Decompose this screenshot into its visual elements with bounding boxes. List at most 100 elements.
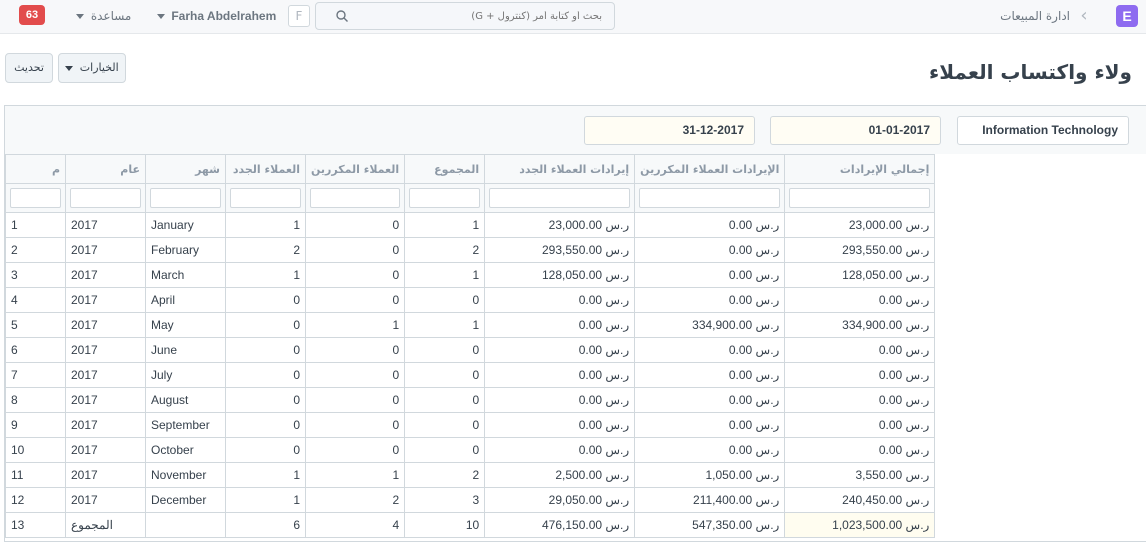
cell-repeat-customers[interactable]: 4	[304, 512, 406, 538]
column-filter-input[interactable]	[230, 188, 301, 208]
table-row[interactable]: 1 2017 January 1 0 1 ر.س 23,000.00 ر.س 0.00 ر.س …	[5, 212, 936, 238]
column-filter-input[interactable]	[310, 188, 401, 208]
help-menu[interactable]: مساعدة	[76, 9, 131, 23]
cell-total-revenue[interactable]: ر.س 0.00	[784, 287, 936, 313]
column-filter-input[interactable]	[789, 188, 931, 208]
company-filter[interactable]: Information Technology	[957, 116, 1129, 145]
cell-month[interactable]: October	[145, 437, 226, 463]
options-button[interactable]: الخيارات	[58, 53, 126, 83]
cell-total-revenue[interactable]: ر.س 3,550.00	[784, 462, 936, 488]
cell-year[interactable]: 2017	[65, 437, 146, 463]
cell-new-revenue[interactable]: ر.س 0.00	[484, 312, 636, 338]
cell-new-revenue[interactable]: ر.س 23,000.00	[484, 212, 636, 238]
cell-repeat-customers[interactable]: 0	[304, 337, 406, 363]
column-filter-input[interactable]	[70, 188, 141, 208]
table-row[interactable]: 10 2017 October 0 0 0 ر.س 0.00 ر.س 0.00 ر.س 0.00	[5, 437, 936, 463]
column-header-total-revenue[interactable]: إجمالي الإيرادات	[784, 154, 936, 184]
cell-month[interactable]: May	[145, 312, 226, 338]
cell-index[interactable]: 5	[5, 312, 66, 338]
cell-new-customers[interactable]: 0	[225, 362, 306, 388]
cell-total-revenue[interactable]: ر.س 23,000.00	[784, 212, 936, 238]
cell-repeat-revenue[interactable]: ر.س 0.00	[634, 362, 786, 388]
column-header-new-revenue[interactable]: إيرادات العملاء الجدد	[484, 154, 636, 184]
cell-total-revenue[interactable]: ر.س 1,023,500.00	[784, 512, 936, 538]
cell-total[interactable]: 3	[404, 487, 486, 513]
cell-total[interactable]: 1	[404, 212, 486, 238]
cell-repeat-customers[interactable]: 2	[304, 487, 406, 513]
column-filter-input[interactable]	[639, 188, 781, 208]
cell-repeat-customers[interactable]: 0	[304, 412, 406, 438]
cell-total-revenue[interactable]: ر.س 0.00	[784, 387, 936, 413]
column-header-month[interactable]: شهر	[145, 154, 226, 184]
table-row[interactable]: 3 2017 March 1 0 1 ر.س 128,050.00 ر.س 0.00 ر.س 1…	[5, 262, 936, 288]
column-header-year[interactable]: عام	[65, 154, 146, 184]
cell-repeat-customers[interactable]: 0	[304, 437, 406, 463]
column-header-new-customers[interactable]: العملاء الجدد	[225, 154, 306, 184]
app-logo[interactable]: E	[1116, 5, 1138, 27]
cell-index[interactable]: 9	[5, 412, 66, 438]
cell-new-customers[interactable]: 0	[225, 312, 306, 338]
cell-year[interactable]: 2017	[65, 212, 146, 238]
cell-index[interactable]: 8	[5, 387, 66, 413]
cell-repeat-revenue[interactable]: ر.س 0.00	[634, 412, 786, 438]
cell-repeat-revenue[interactable]: ر.س 0.00	[634, 287, 786, 313]
cell-repeat-revenue[interactable]: ر.س 0.00	[634, 237, 786, 263]
cell-new-revenue[interactable]: ر.س 0.00	[484, 287, 636, 313]
cell-year[interactable]: 2017	[65, 362, 146, 388]
cell-new-customers[interactable]: 0	[225, 412, 306, 438]
column-filter-input[interactable]	[409, 188, 481, 208]
cell-index[interactable]: 1	[5, 212, 66, 238]
cell-year[interactable]: 2017	[65, 262, 146, 288]
column-filter-input[interactable]	[489, 188, 631, 208]
cell-month[interactable]: March	[145, 262, 226, 288]
cell-new-customers[interactable]: 1	[225, 487, 306, 513]
cell-repeat-customers[interactable]: 0	[304, 287, 406, 313]
cell-month[interactable]	[145, 512, 226, 538]
cell-total[interactable]: 0	[404, 287, 486, 313]
cell-year[interactable]: 2017	[65, 287, 146, 313]
table-row[interactable]: 4 2017 April 0 0 0 ر.س 0.00 ر.س 0.00 ر.س 0.00	[5, 287, 936, 313]
cell-total-revenue[interactable]: ر.س 0.00	[784, 437, 936, 463]
cell-new-revenue[interactable]: ر.س 2,500.00	[484, 462, 636, 488]
cell-total[interactable]: 10	[404, 512, 486, 538]
cell-new-customers[interactable]: 2	[225, 237, 306, 263]
cell-month[interactable]: April	[145, 287, 226, 313]
cell-month[interactable]: December	[145, 487, 226, 513]
cell-total[interactable]: 2	[404, 237, 486, 263]
cell-total-revenue[interactable]: ر.س 128,050.00	[784, 262, 936, 288]
cell-new-revenue[interactable]: ر.س 0.00	[484, 362, 636, 388]
cell-index[interactable]: 7	[5, 362, 66, 388]
cell-new-revenue[interactable]: ر.س 29,050.00	[484, 487, 636, 513]
cell-repeat-customers[interactable]: 1	[304, 462, 406, 488]
cell-repeat-revenue[interactable]: ر.س 547,350.00	[634, 512, 786, 538]
cell-repeat-revenue[interactable]: ر.س 0.00	[634, 212, 786, 238]
cell-repeat-customers[interactable]: 0	[304, 362, 406, 388]
cell-total[interactable]: 1	[404, 312, 486, 338]
cell-total[interactable]: 0	[404, 437, 486, 463]
from-date-filter[interactable]: 01-01-2017	[770, 116, 941, 145]
table-row[interactable]: 7 2017 July 0 0 0 ر.س 0.00 ر.س 0.00 ر.س 0.00	[5, 362, 936, 388]
search-input[interactable]	[346, 3, 608, 29]
cell-month[interactable]: June	[145, 337, 226, 363]
search-box[interactable]	[315, 2, 615, 30]
cell-new-revenue[interactable]: ر.س 0.00	[484, 387, 636, 413]
cell-index[interactable]: 12	[5, 487, 66, 513]
cell-total[interactable]: 0	[404, 387, 486, 413]
column-header-repeat-revenue[interactable]: الإيرادات العملاء المكررين	[634, 154, 786, 184]
cell-year[interactable]: 2017	[65, 237, 146, 263]
to-date-filter[interactable]: 31-12-2017	[584, 116, 755, 145]
table-row[interactable]: 5 2017 May 0 1 1 ر.س 0.00 ر.س 334,900.00 ر.س 334…	[5, 312, 936, 338]
user-menu[interactable]: Farha Abdelrahem	[157, 9, 276, 23]
cell-month[interactable]: July	[145, 362, 226, 388]
column-filter-input[interactable]	[10, 188, 61, 208]
cell-year[interactable]: 2017	[65, 412, 146, 438]
cell-total[interactable]: 0	[404, 412, 486, 438]
cell-new-revenue[interactable]: ر.س 0.00	[484, 437, 636, 463]
notifications-badge[interactable]: 63	[19, 5, 45, 25]
cell-year[interactable]: 2017	[65, 337, 146, 363]
cell-new-customers[interactable]: 0	[225, 437, 306, 463]
chevron-left-icon[interactable]: ‹	[1074, 6, 1094, 26]
table-row[interactable]: 2 2017 February 2 0 2 ر.س 293,550.00 ر.س 0.00 ر.…	[5, 237, 936, 263]
cell-repeat-revenue[interactable]: ر.س 334,900.00	[634, 312, 786, 338]
cell-repeat-customers[interactable]: 0	[304, 262, 406, 288]
